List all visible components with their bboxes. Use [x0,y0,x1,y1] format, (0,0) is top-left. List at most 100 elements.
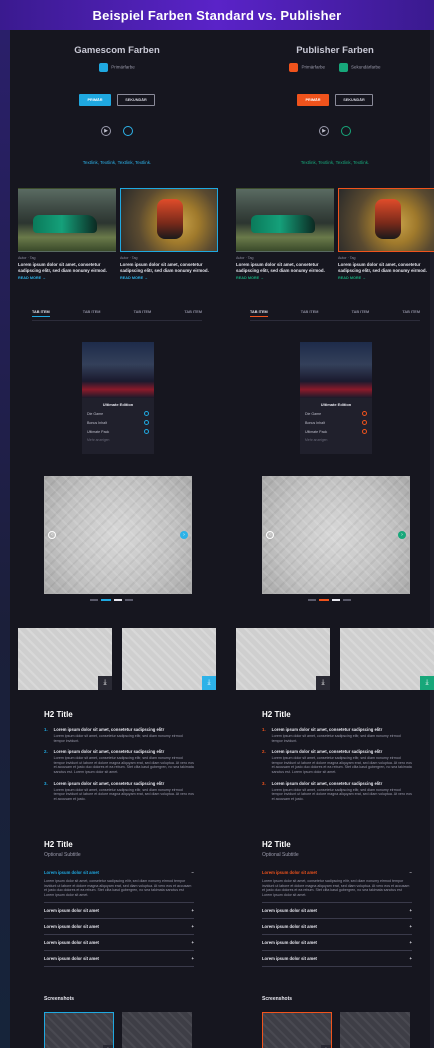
accordion-item[interactable]: Lorem ipsum dolor sit amet + [262,951,412,968]
accordion-item[interactable]: Lorem ipsum dolor sit amet + [44,935,194,952]
edition-option[interactable]: Bonus Inhalt [305,420,367,425]
screenshot-thumbnail[interactable]: ⤓ [262,1012,332,1048]
download-icon[interactable]: ⤓ [202,676,216,690]
accordion-item[interactable]: Lorem ipsum dolor sit amet + [44,919,194,936]
screenshot-thumbnail[interactable] [122,1012,192,1048]
edition-option[interactable]: Ultimate Pack [305,429,367,434]
news-card[interactable]: Autor · Tag Lorem ipsum dolor sit amet, c… [236,188,334,280]
arrow-right-icon[interactable]: › [398,531,406,539]
download-icon[interactable]: ⤓ [98,676,112,690]
accordion-item[interactable]: Lorem ipsum dolor sit amet + [262,903,412,920]
minus-icon[interactable]: − [410,870,412,875]
slider-dot[interactable] [114,599,122,601]
accordion-item-open[interactable]: Lorem ipsum dolor sit amet − Lorem ipsum d… [44,868,194,904]
slider-dot[interactable] [343,599,351,601]
primary-button[interactable]: PRIMÄR [79,94,111,106]
arrow-right-icon[interactable]: › [180,531,188,539]
edition-option[interactable]: Die Game [87,411,149,416]
edition-option-label: Die Game [87,411,104,416]
plus-icon[interactable]: + [192,956,194,961]
race-car-image[interactable] [18,188,116,252]
accordion-header[interactable]: Lorem ipsum dolor sit amet − [262,868,412,877]
plus-icon[interactable]: + [410,956,412,961]
slider-dot[interactable] [332,599,340,601]
arrow-left-icon[interactable]: ‹ [48,531,56,539]
play-icon[interactable]: ▶ [319,126,329,136]
tab-item[interactable]: TAB ITEM [83,310,101,317]
slider-dot[interactable] [308,599,316,601]
slider-dot[interactable] [125,599,133,601]
tab-item[interactable]: TAB ITEM [250,310,268,317]
accordion-item-label: Lorem ipsum dolor sit amet [262,956,317,962]
show-more-link[interactable]: Mehr anzeigen [305,438,367,442]
secondary-button[interactable]: SEKUNDÄR [335,94,373,106]
news-card[interactable]: Autor · Tag Lorem ipsum dolor sit amet, c… [18,188,116,280]
gallery-image[interactable]: ⤓ [340,628,434,690]
plus-icon[interactable]: + [192,908,194,913]
show-more-link[interactable]: Mehr anzeigen [87,438,149,442]
plus-icon[interactable]: + [410,940,412,945]
tab-item[interactable]: TAB ITEM [352,310,370,317]
edition-option[interactable]: Die Game [305,411,367,416]
slider-dot[interactable] [319,599,329,601]
accordion-item[interactable]: Lorem ipsum dolor sit amet + [44,951,194,968]
tab-item[interactable]: TAB ITEM [32,310,50,317]
cursor-target-icon[interactable] [341,126,351,136]
motocross-image[interactable] [338,188,434,252]
tab-item[interactable]: TAB ITEM [402,310,420,317]
news-card[interactable]: Autor · Tag Lorem ipsum dolor sit amet, c… [120,188,218,280]
plus-icon[interactable]: + [192,940,194,945]
cursor-target-icon[interactable] [123,126,133,136]
plus-icon[interactable]: + [410,924,412,929]
read-more-link[interactable]: READ MORE → [236,276,334,280]
play-icon[interactable]: ▶ [101,126,111,136]
accordion-item-open[interactable]: Lorem ipsum dolor sit amet − Lorem ipsum d… [262,868,412,904]
card-title[interactable]: Lorem ipsum dolor sit amet, consetetur s… [338,262,434,273]
read-more-link[interactable]: READ MORE → [120,276,218,280]
slider-dot[interactable] [90,599,98,601]
gallery-image[interactable]: ⤓ [122,628,216,690]
gallery-image[interactable]: ⤓ [18,628,112,690]
secondary-button[interactable]: SEKUNDÄR [117,94,155,106]
primary-button[interactable]: PRIMÄR [297,94,329,106]
edition-option[interactable]: Bonus Inhalt [87,420,149,425]
check-icon [362,429,367,434]
list-item-title: Lorem ipsum dolor sit amet, consetetur s… [53,749,165,755]
image-slider[interactable]: ‹ › [44,476,192,594]
accordion-item[interactable]: Lorem ipsum dolor sit amet + [262,919,412,936]
motocross-image[interactable] [120,188,218,252]
game-edition-card[interactable]: Ultimate Edition Die Game Bonus Inhalt Ulti… [82,342,154,454]
plus-icon[interactable]: + [192,924,194,929]
ordered-list: 1. Lorem ipsum dolor sit amet, consetetur… [262,727,412,807]
news-card[interactable]: Autor · Tag Lorem ipsum dolor sit amet, c… [338,188,434,280]
screenshot-thumbnail[interactable]: ⤓ [44,1012,114,1048]
plus-icon[interactable]: + [410,908,412,913]
race-car-image[interactable] [236,188,334,252]
arrow-left-icon[interactable]: ‹ [266,531,274,539]
card-title[interactable]: Lorem ipsum dolor sit amet, consetetur s… [236,262,334,273]
accordion-item[interactable]: Lorem ipsum dolor sit amet + [44,903,194,920]
list-item-body: Lorem ipsum dolor sit amet, consetetur s… [53,734,183,743]
accordion-item[interactable]: Lorem ipsum dolor sit amet + [262,935,412,952]
card-title[interactable]: Lorem ipsum dolor sit amet, consetetur s… [120,262,218,273]
text-links[interactable]: Textlink, Textlink, Textlink, Textlink. [230,160,434,165]
image-slider[interactable]: ‹ › [262,476,410,594]
gallery-image[interactable]: ⤓ [236,628,330,690]
download-icon[interactable]: ⤓ [316,676,330,690]
accordion-header[interactable]: Lorem ipsum dolor sit amet − [44,868,194,877]
card-title[interactable]: Lorem ipsum dolor sit amet, consetetur s… [18,262,116,273]
tab-item[interactable]: TAB ITEM [301,310,319,317]
minus-icon[interactable]: − [192,870,194,875]
game-edition-card[interactable]: Ultimate Edition Die Game Bonus Inhalt Ulti… [300,342,372,454]
list-content: Lorem ipsum dolor sit amet, consetetur s… [54,727,194,743]
read-more-link[interactable]: READ MORE → [338,276,434,280]
read-more-link[interactable]: READ MORE → [18,276,116,280]
tab-item[interactable]: TAB ITEM [134,310,152,317]
edition-option[interactable]: Ultimate Pack [87,429,149,434]
download-icon[interactable]: ⤓ [420,676,434,690]
screenshot-thumbnail[interactable] [340,1012,410,1048]
page-header: Beispiel Farben Standard vs. Publisher [0,0,434,30]
tab-item[interactable]: TAB ITEM [184,310,202,317]
slider-dot[interactable] [101,599,111,601]
text-links[interactable]: Textlink, Textlink, Textlink, Textlink. [12,160,222,165]
